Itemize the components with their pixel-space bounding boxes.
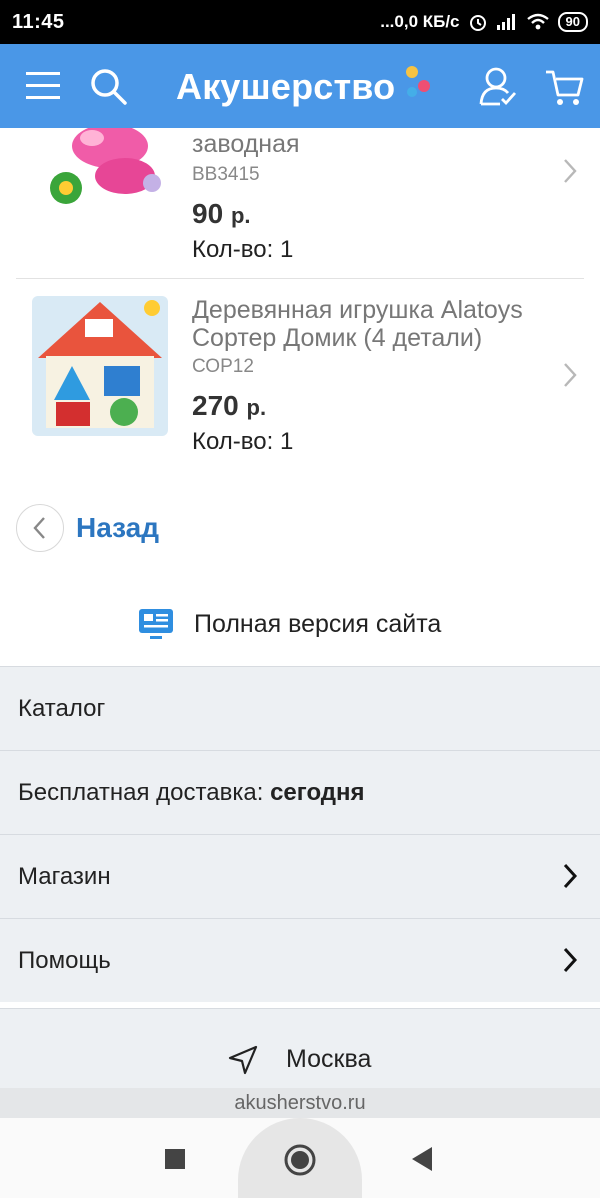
price-value: 90 <box>192 198 224 229</box>
product-name-line2: Сортер Домик (4 детали) <box>192 324 483 352</box>
logo-dots-icon <box>406 66 430 97</box>
city-name: Москва <box>286 1045 372 1073</box>
product-name: заводная <box>192 130 300 158</box>
monitor-icon <box>139 609 173 639</box>
search-icon[interactable] <box>90 68 128 106</box>
status-indicators: ...0,0 КБ/с 90 <box>380 12 588 32</box>
site-header: Акушерство <box>0 44 600 128</box>
alarm-icon <box>469 15 486 31</box>
product-sku: СОР12 <box>192 356 254 377</box>
site-logo[interactable]: Акушерство <box>176 66 395 108</box>
battery-indicator: 90 <box>557 12 588 32</box>
menu-icon[interactable] <box>26 70 62 102</box>
menu-item-label: Магазин <box>18 862 111 890</box>
menu-item-delivery[interactable]: Бесплатная доставка: сегодня <box>0 750 600 834</box>
status-time: 11:45 <box>12 10 65 33</box>
cart-item[interactable]: Деревянная игрушка Alatoys Сортер Домик … <box>0 290 600 470</box>
product-name-line1: Деревянная игрушка Alatoys <box>192 296 523 324</box>
menu-item-catalog[interactable]: Каталог <box>0 666 600 750</box>
chevron-left-icon <box>33 517 45 539</box>
product-quantity: Кол-во: 1 <box>192 428 294 455</box>
location-arrow-icon <box>228 1045 258 1075</box>
product-image <box>50 128 161 204</box>
cart-item[interactable]: заводная BB3415 90 р. Кол-во: 1 <box>0 128 600 278</box>
status-bar: 11:45 ...0,0 КБ/с 90 <box>0 0 600 44</box>
chevron-right-icon <box>564 363 577 387</box>
signal-icon <box>496 14 515 30</box>
price-currency: р. <box>230 203 251 228</box>
price-currency: р. <box>246 395 267 420</box>
item-divider <box>16 278 584 279</box>
delivery-prefix: Бесплатная доставка: <box>18 778 271 806</box>
menu-item-store[interactable]: Магазин <box>0 834 600 918</box>
back-button[interactable] <box>16 504 64 552</box>
url-text: akusherstvo.ru <box>234 1092 366 1114</box>
menu-item-help[interactable]: Помощь <box>0 918 600 1002</box>
product-sku: BB3415 <box>192 164 260 185</box>
menu-item-label: Каталог <box>18 694 106 722</box>
full-version-link[interactable]: Полная версия сайта <box>0 600 600 652</box>
menu-item-label: Помощь <box>18 946 111 974</box>
wifi-icon <box>526 13 549 30</box>
chevron-right-icon <box>563 947 578 973</box>
user-icon[interactable] <box>478 66 518 108</box>
product-price: 90 р. <box>192 198 251 230</box>
product-quantity: Кол-во: 1 <box>192 236 294 263</box>
back-nav-icon[interactable] <box>410 1146 434 1172</box>
product-price: 270 р. <box>192 390 266 422</box>
delivery-value: сегодня <box>270 778 365 806</box>
product-image <box>32 296 168 436</box>
network-speed: ...0,0 КБ/с <box>380 12 460 31</box>
chevron-right-icon <box>563 863 578 889</box>
chevron-right-icon <box>564 159 577 183</box>
city-selector[interactable]: Москва <box>0 1008 600 1088</box>
system-nav-bar <box>0 1118 600 1198</box>
price-value: 270 <box>192 390 239 421</box>
back-link[interactable]: Назад <box>76 512 159 544</box>
full-version-label: Полная версия сайта <box>194 610 442 638</box>
home-icon[interactable] <box>284 1144 316 1176</box>
browser-url-bar[interactable]: akusherstvo.ru <box>0 1088 600 1118</box>
cart-icon[interactable] <box>544 68 586 108</box>
footer-menu: Каталог Бесплатная доставка: сегодня Маг… <box>0 666 600 1002</box>
recents-icon[interactable] <box>164 1148 186 1170</box>
